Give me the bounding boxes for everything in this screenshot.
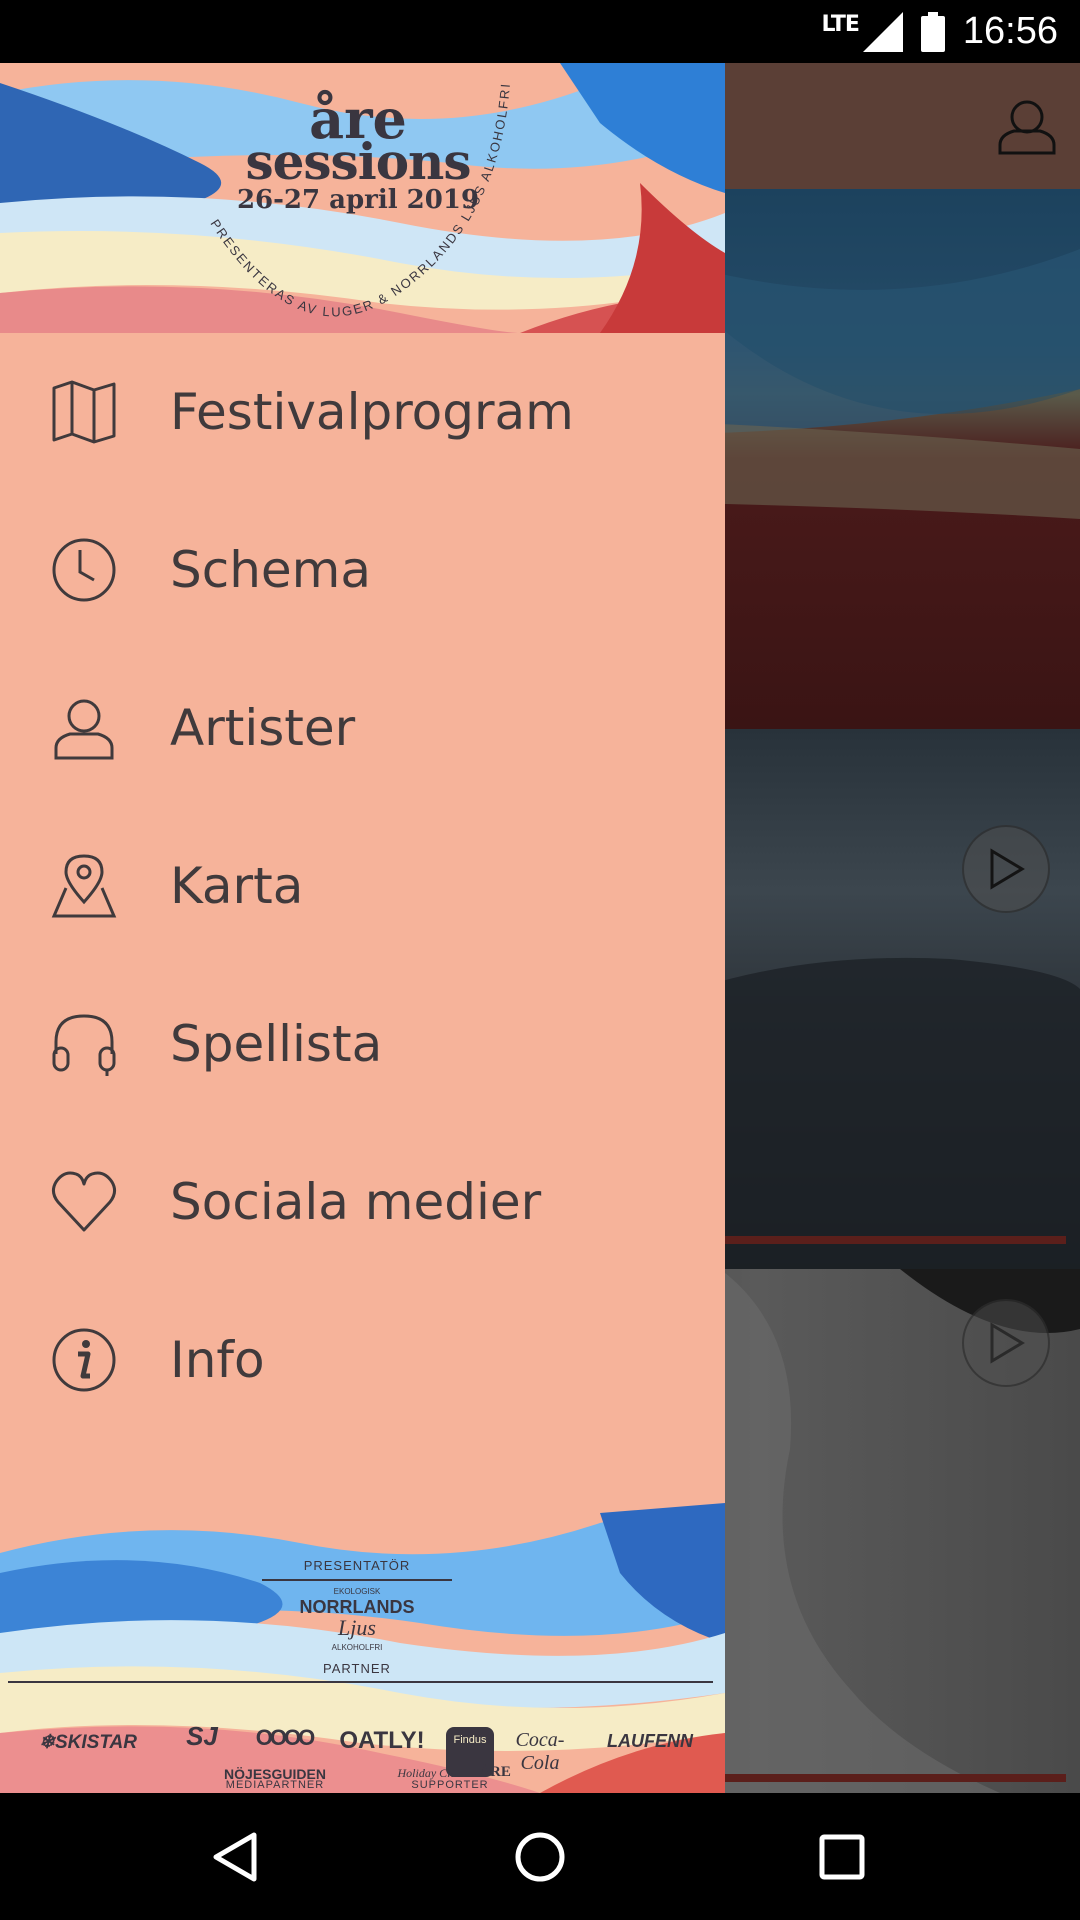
menu-item-info[interactable]: Info: [0, 1281, 725, 1439]
presentator-small-top: EKOLOGISK: [333, 1587, 381, 1596]
drawer-menu: Festivalprogram Schema Artister Karta Sp…: [0, 333, 725, 1439]
back-icon[interactable]: [200, 1821, 272, 1893]
partner-logo-laufenn: LAUFENN: [607, 1731, 693, 1751]
menu-item-sociala-medier[interactable]: Sociala medier: [0, 1123, 725, 1281]
location-pin-icon: [51, 854, 117, 918]
network-type: LTE: [821, 12, 859, 37]
partner-logo-skistar: ❄SKISTAR: [39, 1732, 137, 1753]
mediapartner-logo-nojesguiden: NÖJESGUIDEN: [224, 1766, 326, 1782]
info-icon: [52, 1328, 116, 1392]
menu-label: Schema: [170, 541, 372, 599]
headphones-icon: [52, 1014, 116, 1076]
menu-label: Info: [170, 1331, 265, 1389]
partner-logo-sj: SJ: [186, 1721, 218, 1751]
navigation-drawer: åre sessions 26-27 april 2019 PRESENTERA…: [0, 63, 725, 1793]
svg-text:PRESENTERAS AV LUGER & NORRLAN: PRESENTERAS AV LUGER & NORRLANDS LJUS AL…: [208, 82, 514, 320]
heart-icon: [51, 1171, 117, 1232]
menu-label: Karta: [170, 857, 304, 915]
status-bar: LTE 16:56: [0, 0, 1080, 63]
presentator-label: PRESENTATÖR: [303, 1558, 411, 1573]
menu-item-festivalprogram[interactable]: Festivalprogram: [0, 333, 725, 491]
menu-item-karta[interactable]: Karta: [0, 807, 725, 965]
presentator-small-bottom: ALKOHOLFRI: [331, 1643, 383, 1652]
home-icon[interactable]: [504, 1821, 576, 1893]
logo-arc-label: PRESENTERAS AV LUGER & NORRLANDS LJUS AL…: [208, 82, 512, 320]
partner-label: PARTNER: [323, 1661, 391, 1676]
menu-label: Artister: [170, 699, 356, 757]
clock: 16:56: [962, 10, 1058, 52]
sponsor-logos-row: NÖJESGUIDEN Holiday Club ÅRE: [0, 1764, 725, 1793]
drawer-header: åre sessions 26-27 april 2019 PRESENTERA…: [0, 63, 725, 333]
recents-icon[interactable]: [806, 1821, 878, 1893]
battery-icon: [920, 11, 945, 52]
partner-logo-oatly: OATLY!: [339, 1727, 425, 1754]
clock-icon: [52, 538, 116, 602]
menu-label: Festivalprogram: [170, 383, 574, 441]
menu-label: Sociala medier: [170, 1173, 542, 1231]
supporter-logo-are: ÅRE: [479, 1764, 511, 1780]
system-navigation-bar: [0, 1793, 1080, 1920]
logo-arc-text: PRESENTERAS AV LUGER & NORRLANDS LJUS AL…: [208, 82, 514, 320]
drawer-footer-sponsors: PRESENTATÖR EKOLOGISK NORRLANDS Ljus ALK…: [0, 1483, 725, 1793]
supporter-logo-holiday-club: Holiday Club: [397, 1766, 463, 1780]
menu-item-schema[interactable]: Schema: [0, 491, 725, 649]
profile-icon[interactable]: [996, 95, 1058, 157]
play-button[interactable]: [962, 825, 1050, 913]
person-icon: [54, 699, 114, 760]
partner-logo-audi: OOOO: [255, 1725, 315, 1750]
signal-icon: [862, 11, 903, 52]
play-icon: [990, 848, 1025, 890]
menu-label: Spellista: [170, 1015, 383, 1073]
divider: [8, 1681, 713, 1683]
play-button[interactable]: [962, 1299, 1050, 1387]
map-icon: [52, 380, 116, 444]
menu-item-spellista[interactable]: Spellista: [0, 965, 725, 1123]
divider: [262, 1579, 452, 1581]
menu-item-artister[interactable]: Artister: [0, 649, 725, 807]
norrlands-ljus-logo-sub: Ljus: [338, 1615, 376, 1640]
play-icon: [990, 1322, 1025, 1364]
